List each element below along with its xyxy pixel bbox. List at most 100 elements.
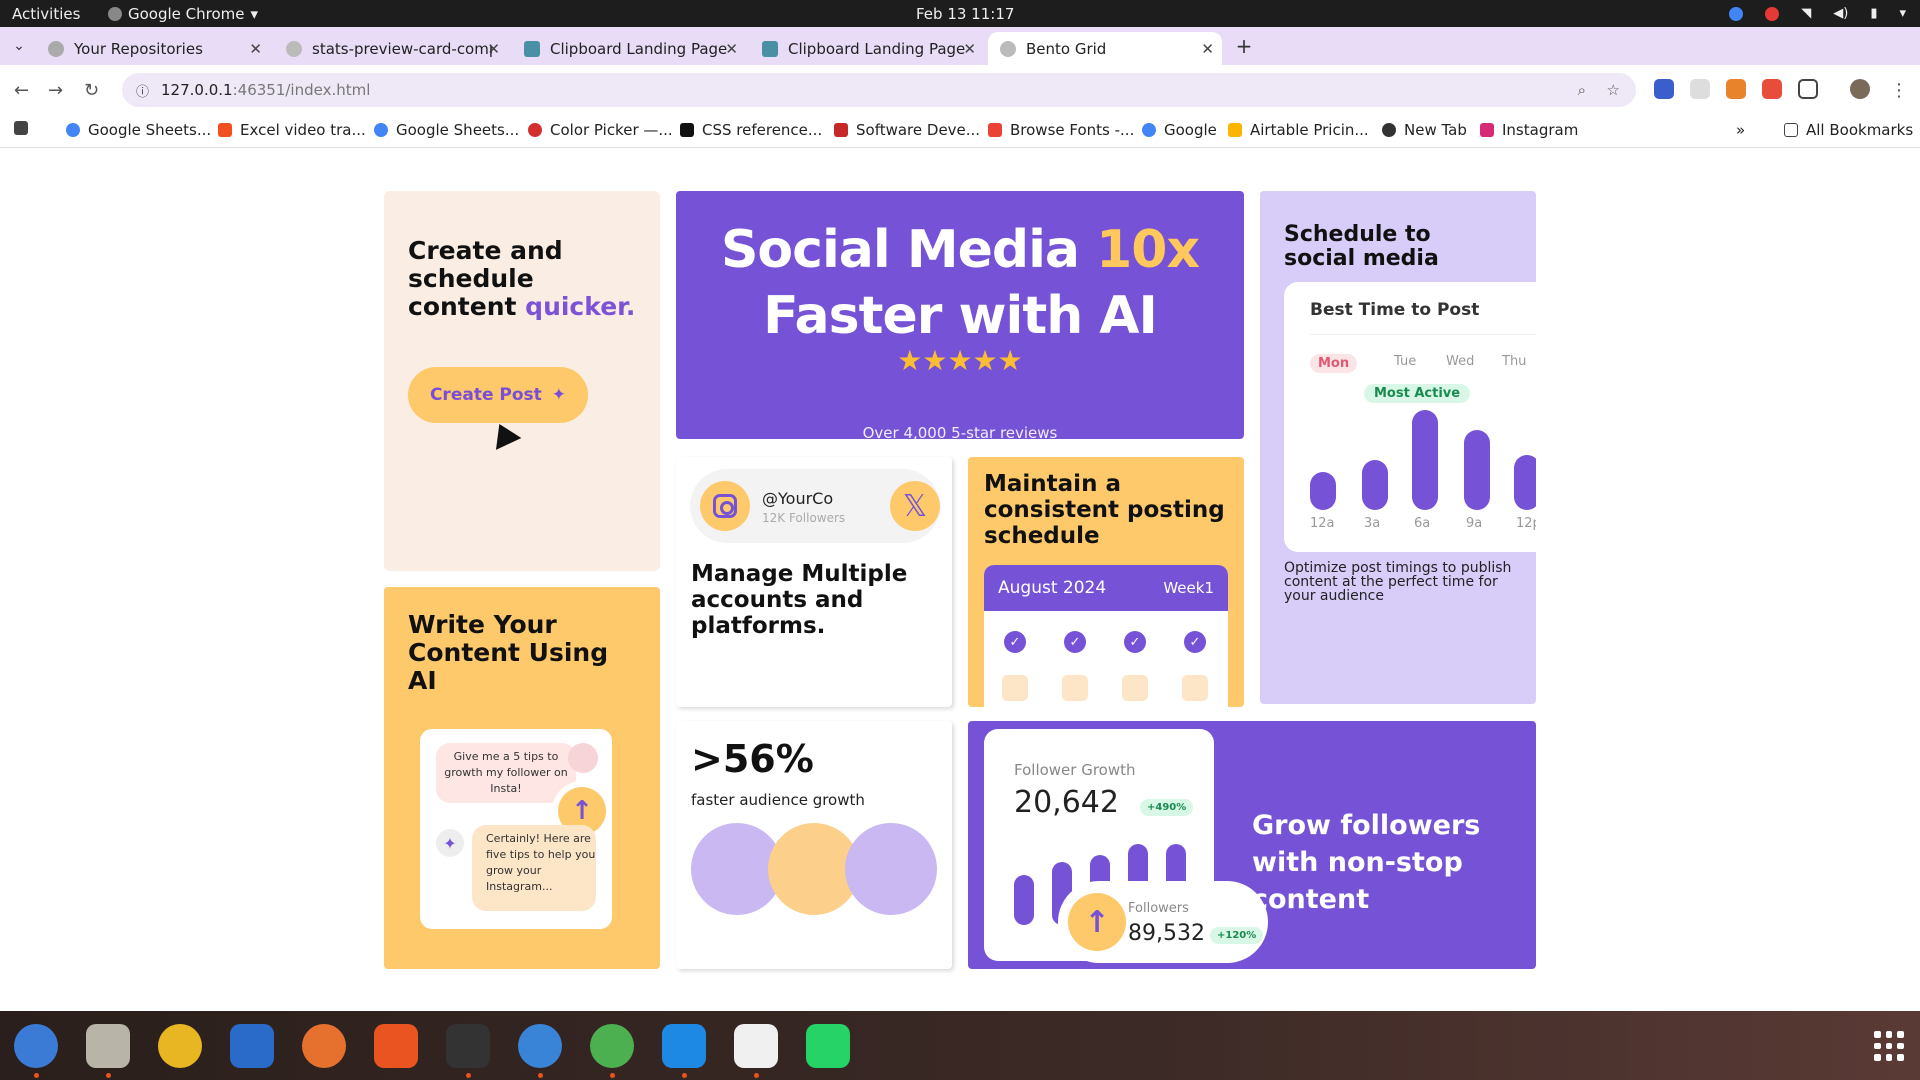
growth-stat-value: >56%	[691, 737, 814, 781]
whatsapp-icon[interactable]	[806, 1024, 850, 1068]
reload-button[interactable]: ↻	[84, 80, 99, 101]
terminal-icon[interactable]	[446, 1024, 490, 1068]
thunderbird-icon[interactable]	[14, 1024, 58, 1068]
tab-clipboard-2[interactable]: Clipboard Landing Page ✕	[750, 32, 984, 65]
extensions-puzzle-icon[interactable]	[1798, 79, 1818, 99]
close-icon[interactable]: ✕	[1201, 40, 1214, 58]
followers-count: 89,532	[1128, 921, 1205, 946]
chevron-down-icon: ▾	[250, 4, 259, 23]
bookmark-label: Browse Fonts -...	[1010, 121, 1135, 139]
close-icon[interactable]: ✕	[725, 40, 738, 58]
bookmark-item[interactable]: CSS reference...	[680, 121, 822, 139]
running-indicator	[34, 1073, 39, 1078]
google-icon	[66, 123, 80, 137]
follower-growth-title: Follower Growth	[1014, 761, 1136, 779]
url-rest: :46351/index.html	[232, 81, 371, 99]
system-menu-icon: ▾	[1899, 6, 1906, 21]
bookmark-label: CSS reference...	[702, 121, 823, 139]
folder-icon	[1784, 123, 1798, 137]
extension-icon[interactable]	[1762, 79, 1782, 99]
all-bookmarks-button[interactable]: All Bookmarks	[1784, 121, 1913, 139]
clock[interactable]: Feb 13 11:17	[916, 5, 1014, 23]
back-button[interactable]: ←	[14, 80, 29, 101]
accounts-card: @YourCo 12K Followers 𝕏 Manage Multiple …	[676, 457, 952, 707]
extension-icon[interactable]	[1654, 79, 1674, 99]
account-pill: @YourCo 12K Followers 𝕏	[690, 469, 940, 543]
page-content: Create and schedule content quicker. Cre…	[0, 149, 1920, 1011]
calendar-day-box	[1122, 675, 1148, 701]
close-icon[interactable]: ✕	[963, 40, 976, 58]
bookmark-item[interactable]: Google Sheets...	[374, 121, 519, 139]
app-center-icon[interactable]	[374, 1024, 418, 1068]
bookmark-star-icon[interactable]: ☆	[1607, 81, 1620, 99]
bookmark-item[interactable]: Airtable Pricin...	[1228, 121, 1369, 139]
bookmark-item[interactable]: Color Picker —...	[528, 121, 673, 139]
new-tab-button[interactable]: +	[1232, 34, 1256, 58]
show-apps-grid-icon[interactable]	[1874, 1031, 1904, 1061]
menu-button[interactable]: ⋮	[1890, 80, 1908, 101]
tab-stats-preview[interactable]: stats-preview-card-comp ✕	[274, 32, 508, 65]
bookmark-item[interactable]: Excel video tra...	[218, 121, 366, 139]
schedule-card: Schedule to social media Best Time to Po…	[1260, 191, 1536, 704]
text-editor-icon[interactable]	[734, 1024, 778, 1068]
tab-bento-grid[interactable]: Bento Grid ✕	[988, 32, 1222, 65]
create-post-button[interactable]: Create Post ✦	[408, 367, 588, 423]
avatar[interactable]	[1850, 79, 1870, 99]
tab-title: Clipboard Landing Page	[550, 39, 728, 58]
bookmark-item[interactable]: Instagram	[1480, 121, 1578, 139]
forward-button[interactable]: →	[48, 80, 63, 101]
address-bar[interactable]: ⓘ 127.0.0.1:46351/index.html ⌕ ☆	[122, 73, 1636, 107]
bookmarks-overflow-button[interactable]: »	[1736, 121, 1745, 139]
close-icon[interactable]: ✕	[249, 40, 262, 58]
calendar-day-box	[1062, 675, 1088, 701]
system-tray[interactable]: ◥ ◀) ▮ ▾	[1729, 6, 1906, 21]
day-tue: Tue	[1394, 354, 1417, 369]
reload-icon: ↻	[84, 80, 100, 101]
app-menu[interactable]: Google Chrome ▾	[108, 5, 258, 23]
bookmark-label: Instagram	[1502, 121, 1579, 139]
site-info-icon[interactable]: ⓘ	[136, 81, 149, 100]
chrome-tray-icon	[1729, 6, 1744, 21]
write-ai-card: Write Your Content Using AI Give me a 5 …	[384, 587, 660, 969]
bookmark-label: Software Deve...	[856, 121, 981, 139]
zoom-icon[interactable]: ⌕	[1578, 81, 1586, 99]
writer-icon[interactable]	[230, 1024, 274, 1068]
instagram-icon	[1480, 123, 1494, 137]
all-bookmarks-label: All Bookmarks	[1806, 121, 1914, 139]
hero-heading-part2: Faster with AI	[763, 286, 1158, 346]
bookmark-item[interactable]: Software Deve...	[834, 121, 980, 139]
metamask-icon[interactable]	[1726, 79, 1746, 99]
taskbar-dock	[0, 1011, 1920, 1080]
bookmark-item[interactable]: New Tab	[1382, 121, 1467, 139]
bookmark-item[interactable]: Google	[1142, 121, 1217, 139]
rhythmbox-icon[interactable]	[158, 1024, 202, 1068]
bookmark-label: New Tab	[1404, 121, 1467, 139]
calendar-day-box	[1002, 675, 1028, 701]
tab-strip: ⌄ Your Repositories ✕ stats-preview-card-…	[0, 27, 1920, 65]
microsoft-icon	[218, 123, 232, 137]
firefox-icon[interactable]	[302, 1024, 346, 1068]
activities-button[interactable]: Activities	[12, 5, 80, 23]
chrome-dock-icon[interactable]	[590, 1024, 634, 1068]
user-prompt-bubble: Give me a 5 tips to growth my follower o…	[436, 743, 576, 803]
system-top-bar: Activities Google Chrome ▾ Feb 13 11:17 ◥…	[0, 0, 1920, 27]
time-label: 6a	[1414, 516, 1431, 531]
account-followers: 12K Followers	[762, 511, 846, 525]
tab-title: Clipboard Landing Page	[788, 39, 966, 58]
tab-your-repositories[interactable]: Your Repositories ✕	[36, 32, 270, 65]
create-card: Create and schedule content quicker. Cre…	[384, 191, 660, 571]
help-icon[interactable]	[518, 1024, 562, 1068]
schedule-description: Optimize post timings to publish content…	[1284, 560, 1512, 604]
followers-headline: Grow followers with non-stop content	[1252, 810, 1481, 915]
vscode-icon[interactable]	[662, 1024, 706, 1068]
apps-button[interactable]	[14, 121, 36, 135]
tab-search-button[interactable]: ⌄	[7, 34, 31, 58]
files-icon[interactable]	[86, 1024, 130, 1068]
tab-clipboard-1[interactable]: Clipboard Landing Page ✕	[512, 32, 746, 65]
running-indicator	[538, 1073, 543, 1078]
bookmark-item[interactable]: Browse Fonts -...	[988, 121, 1134, 139]
bookmark-item[interactable]: Google Sheets...	[66, 121, 211, 139]
extension-icon[interactable]	[1690, 79, 1710, 99]
bookmark-label: Google	[1164, 121, 1217, 139]
close-icon[interactable]: ✕	[487, 40, 500, 58]
